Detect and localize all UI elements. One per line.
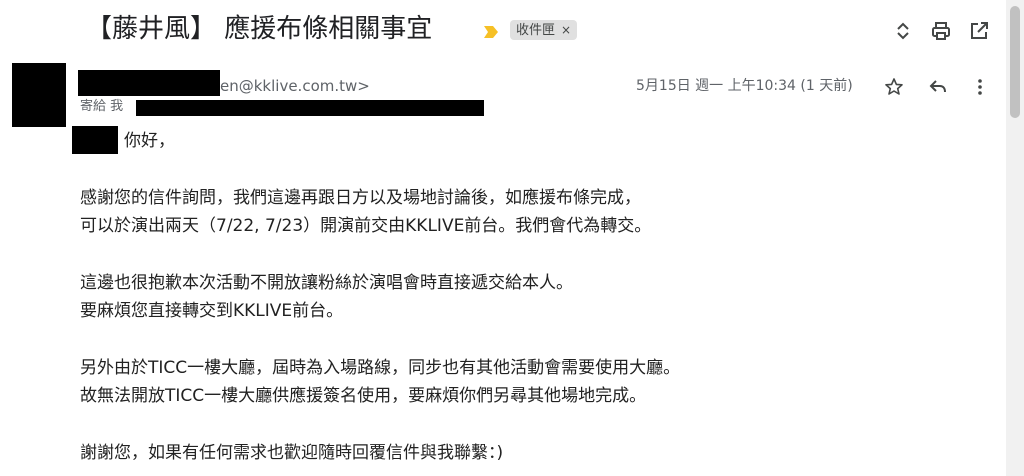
sender-avatar (12, 63, 66, 127)
expand-collapse-icon[interactable] (892, 20, 914, 42)
label-chip-inbox[interactable]: 收件匣 × (510, 20, 578, 40)
body-greeting: 你好， (124, 131, 175, 151)
email-subject: 【藤井風】 應援布條相關事宜 (86, 14, 433, 44)
body-line: 可以於演出兩天（7/22, 7/23）開演前交由KKLIVE前台。我們會代為轉交… (80, 216, 652, 236)
open-in-new-window-icon[interactable] (968, 20, 990, 42)
recipient-line[interactable]: 寄給 我 (80, 98, 123, 116)
body-line: 另外由於TICC一樓大廳，屆時為入場路線，同步也有其他活動會需要使用大廳。 (80, 358, 681, 378)
recipient-label: 寄給 我 (80, 99, 124, 114)
body-line: 故無法開放TICC一樓大廳供應援簽名使用，要麻煩你們另尋其他場地完成。 (80, 386, 647, 406)
importance-marker-icon[interactable] (484, 23, 498, 38)
body-line: 感謝您的信件詢問，我們這邊再跟日方以及場地討論後，如應援布條完成， (80, 188, 641, 208)
reply-icon[interactable] (928, 77, 948, 97)
scrollbar-thumb[interactable] (1010, 6, 1020, 118)
more-vert-icon[interactable] (970, 77, 990, 97)
body-line: 這邊也很抱歉本次活動不開放讓粉絲於演唱會時直接遞交給本人。 (80, 273, 573, 293)
redacted-recipient-details (136, 100, 484, 116)
redacted-recipient-name (72, 126, 118, 154)
email-date: 5月15日 週一 上午10:34 (1 天前) (636, 78, 853, 94)
body-line: 謝謝您，如果有任何需求也歡迎隨時回覆信件與我聯繫：) (80, 443, 504, 463)
sender-email: en@kklive.com.tw> (220, 77, 370, 95)
print-icon[interactable] (930, 20, 952, 42)
remove-label-icon[interactable]: × (561, 23, 571, 37)
body-line: 要麻煩您直接轉交到KKLIVE前台。 (80, 301, 344, 321)
subject-bar: 【藤井風】 應援布條相關事宜 收件匣 × (0, 0, 1006, 62)
label-chip-text: 收件匣 (516, 23, 556, 38)
star-icon[interactable] (884, 77, 904, 97)
redacted-sender-name (78, 70, 220, 96)
